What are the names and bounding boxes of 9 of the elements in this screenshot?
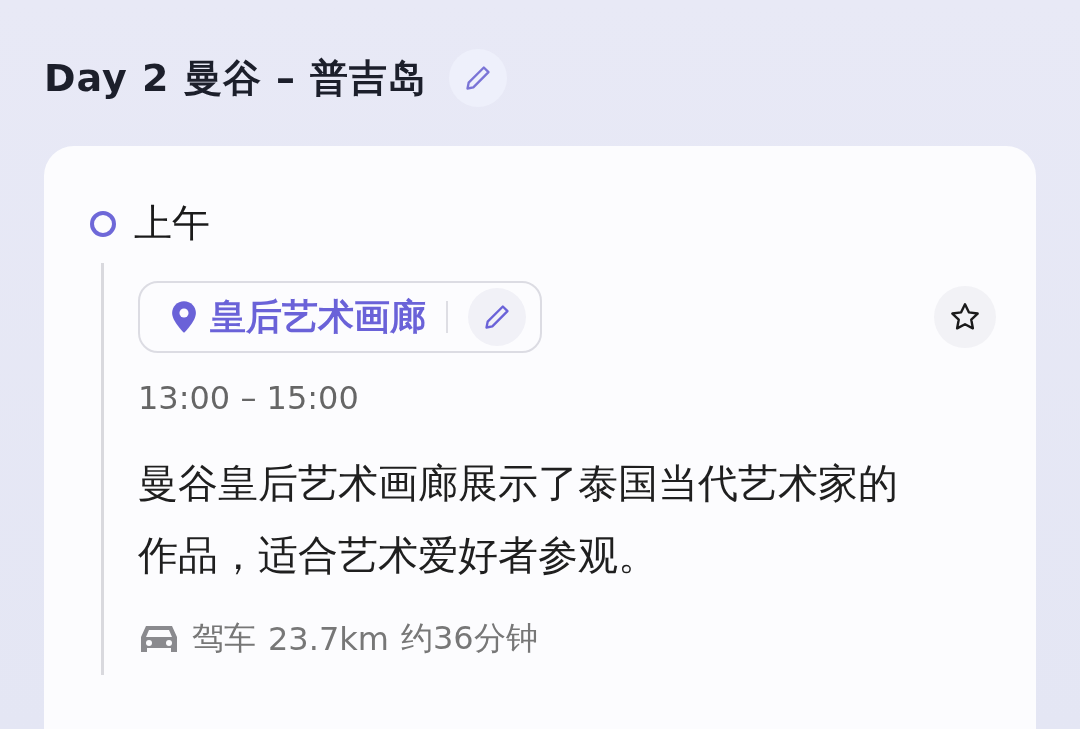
place-chip[interactable]: 皇后艺术画廊 bbox=[138, 281, 542, 353]
transport-duration: 约36分钟 bbox=[400, 618, 538, 659]
place-description: 曼谷皇后艺术画廊展示了泰国当代艺术家的作品，适合艺术爱好者参观。 bbox=[138, 459, 899, 580]
time-range: 13:00 – 15:00 bbox=[138, 379, 360, 417]
period-label: 上午 bbox=[134, 200, 210, 247]
day-title: Day 2 曼谷 – 普吉岛 bbox=[44, 54, 428, 102]
transport-mode: 驾车 bbox=[192, 618, 256, 659]
transport-distance: 23.7km bbox=[268, 620, 389, 658]
place-name: 皇后艺术画廊 bbox=[210, 294, 426, 339]
